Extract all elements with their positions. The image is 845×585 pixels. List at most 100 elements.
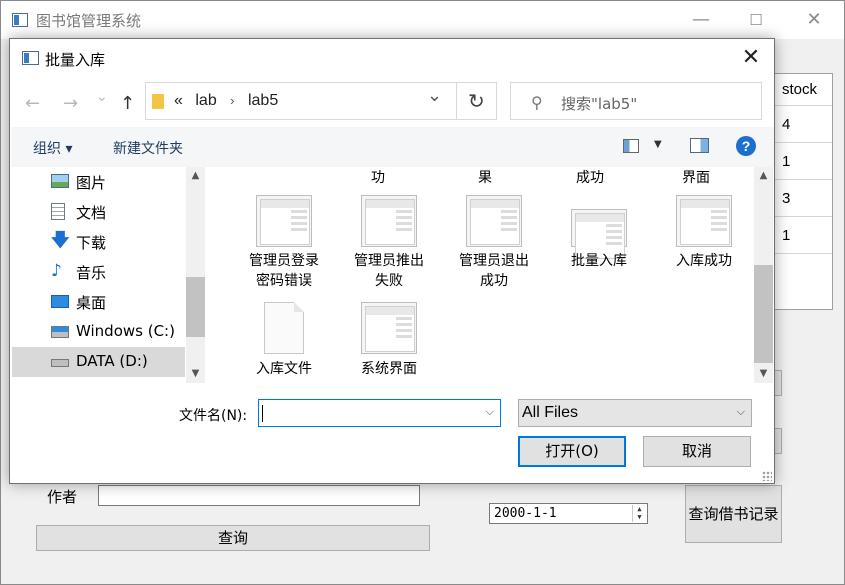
- file-name-line: 批量入库: [571, 253, 627, 269]
- file-list[interactable]: 功 果 成功 界面 管理员登录 密码错误 管理员推出 失败 管理员退出 成功 批…: [206, 167, 774, 383]
- table-cell-stock[interactable]: 4: [774, 106, 832, 143]
- drive-c-icon: [51, 326, 69, 338]
- file-name: 入库成功: [652, 251, 756, 271]
- date-spinner[interactable]: ▲ ▼: [632, 505, 646, 522]
- refresh-icon[interactable]: ↻: [468, 89, 485, 113]
- date-input[interactable]: 2000-1-1 ▲ ▼: [489, 503, 648, 524]
- organize-button[interactable]: 组织 ▾: [33, 138, 72, 158]
- music-icon: ♪: [51, 261, 62, 281]
- spin-down-icon[interactable]: ▼: [633, 513, 646, 521]
- image-file-icon: [571, 209, 627, 259]
- minimize-button[interactable]: —: [686, 7, 716, 33]
- file-name-line: 成功: [480, 273, 508, 289]
- file-label-partial[interactable]: 成功: [576, 167, 604, 187]
- change-view-icon[interactable]: [623, 139, 639, 153]
- main-titlebar: 图书馆管理系统 — ☐ ✕: [1, 1, 844, 39]
- dialog-toolbar: 组织 ▾ 新建文件夹 ▼ ?: [11, 127, 774, 167]
- new-folder-button[interactable]: 新建文件夹: [113, 138, 183, 158]
- file-item[interactable]: 管理员退出 成功: [442, 195, 546, 295]
- dialog-close-button[interactable]: ✕: [734, 43, 768, 73]
- sidebar-item-label: 桌面: [76, 294, 107, 312]
- file-label-partial[interactable]: 果: [478, 167, 492, 187]
- query-button[interactable]: 查询: [36, 525, 430, 551]
- image-file-icon: [466, 195, 522, 247]
- table-cell-stock[interactable]: 1: [774, 143, 832, 180]
- scroll-up-icon[interactable]: ▲: [186, 167, 205, 185]
- file-item[interactable]: 管理员推出 失败: [337, 195, 441, 295]
- file-label-partial[interactable]: 功: [371, 167, 385, 187]
- chevron-down-icon: ⌵: [736, 405, 745, 418]
- author-input[interactable]: [98, 485, 420, 506]
- maximize-button[interactable]: ☐: [741, 7, 771, 33]
- image-file-icon: [676, 195, 732, 247]
- table-header-stock[interactable]: stock: [774, 74, 832, 106]
- up-arrow-icon[interactable]: ↑: [120, 93, 135, 114]
- dialog-app-icon: [22, 51, 39, 65]
- spin-up-icon[interactable]: ▲: [633, 505, 646, 513]
- navigation-scrollbar[interactable]: ▲ ▼: [186, 167, 205, 383]
- file-name: 系统界面: [337, 359, 441, 379]
- breadcrumb-item[interactable]: lab5: [248, 92, 278, 109]
- preview-pane-icon[interactable]: [690, 138, 709, 153]
- open-button[interactable]: 打开(O): [518, 436, 626, 467]
- filename-input[interactable]: ⌵: [258, 399, 501, 427]
- breadcrumb-item[interactable]: lab: [195, 92, 216, 109]
- file-item[interactable]: 管理员登录 密码错误: [232, 195, 336, 295]
- file-item[interactable]: 系统界面: [337, 302, 441, 382]
- cancel-button[interactable]: 取消: [643, 436, 751, 467]
- document-file-icon: [264, 302, 304, 354]
- filename-dropdown-icon[interactable]: ⌵: [486, 405, 494, 419]
- forward-arrow-icon[interactable]: →: [63, 93, 78, 114]
- view-dropdown-icon[interactable]: ▼: [654, 139, 662, 150]
- file-name: 管理员退出 成功: [442, 251, 546, 291]
- file-name-line: 管理员推出: [354, 253, 424, 269]
- main-close-button[interactable]: ✕: [799, 7, 829, 33]
- address-divider: [456, 83, 457, 119]
- pictures-icon: [51, 174, 69, 188]
- table-cell-stock[interactable]: 1: [774, 217, 832, 254]
- navigation-pane[interactable]: 图片 文档 🡇 下载 ♪ 音乐 桌面 Windows (C:) DATA (D:…: [11, 167, 205, 383]
- author-label: 作者: [47, 488, 78, 506]
- address-bar[interactable]: « lab › lab5 ⌄ ↻: [145, 82, 497, 120]
- file-type-value: All Files: [522, 404, 579, 421]
- address-dropdown-icon[interactable]: ⌄: [427, 85, 442, 106]
- file-item[interactable]: 入库成功: [652, 195, 756, 295]
- file-name-line: 管理员登录: [249, 253, 319, 269]
- breadcrumb-separator-icon: ›: [230, 93, 235, 108]
- sidebar-item-label: 音乐: [76, 264, 107, 282]
- file-name-line: 入库文件: [256, 361, 312, 377]
- recent-locations-icon[interactable]: ⌄: [96, 89, 108, 105]
- breadcrumb: « lab › lab5: [174, 92, 278, 110]
- scroll-thumb[interactable]: [186, 277, 205, 337]
- file-type-select[interactable]: All Files ⌵: [518, 399, 752, 427]
- search-placeholder: 搜索"lab5": [561, 95, 638, 113]
- downloads-icon: 🡇: [51, 230, 70, 251]
- sidebar-item-label: 文档: [76, 204, 107, 222]
- file-item[interactable]: 入库文件: [232, 302, 336, 382]
- sidebar-item-label: DATA (D:): [76, 352, 148, 370]
- sidebar-item-label: Windows (C:): [76, 322, 175, 340]
- dialog-title: 批量入库: [45, 51, 106, 69]
- file-item[interactable]: 批量入库: [547, 195, 651, 295]
- file-name-line: 系统界面: [361, 361, 417, 377]
- search-input[interactable]: ⚲ 搜索"lab5": [510, 82, 762, 120]
- search-icon: ⚲: [531, 93, 543, 112]
- scroll-up-icon[interactable]: ▲: [754, 167, 773, 185]
- file-list-scrollbar[interactable]: ▲ ▼: [754, 167, 773, 383]
- file-name-line: 密码错误: [256, 273, 312, 289]
- scroll-thumb[interactable]: [754, 265, 773, 363]
- resize-grip-icon[interactable]: [762, 471, 772, 481]
- scroll-down-icon[interactable]: ▼: [754, 365, 773, 383]
- scroll-down-icon[interactable]: ▼: [186, 365, 205, 383]
- book-table[interactable]: stock 4 1 3 1: [773, 73, 833, 310]
- back-arrow-icon[interactable]: ←: [25, 93, 40, 114]
- breadcrumb-overflow[interactable]: «: [174, 92, 183, 109]
- help-icon[interactable]: ?: [736, 136, 756, 156]
- filename-label: 文件名(N):: [179, 408, 248, 424]
- date-value: 2000-1-1: [494, 506, 557, 521]
- file-label-partial[interactable]: 界面: [682, 167, 710, 187]
- main-window-title: 图书馆管理系统: [36, 12, 142, 30]
- file-name: 管理员推出 失败: [337, 251, 441, 291]
- borrow-records-button[interactable]: 查询借书记录: [685, 485, 782, 543]
- table-cell-stock[interactable]: 3: [774, 180, 832, 217]
